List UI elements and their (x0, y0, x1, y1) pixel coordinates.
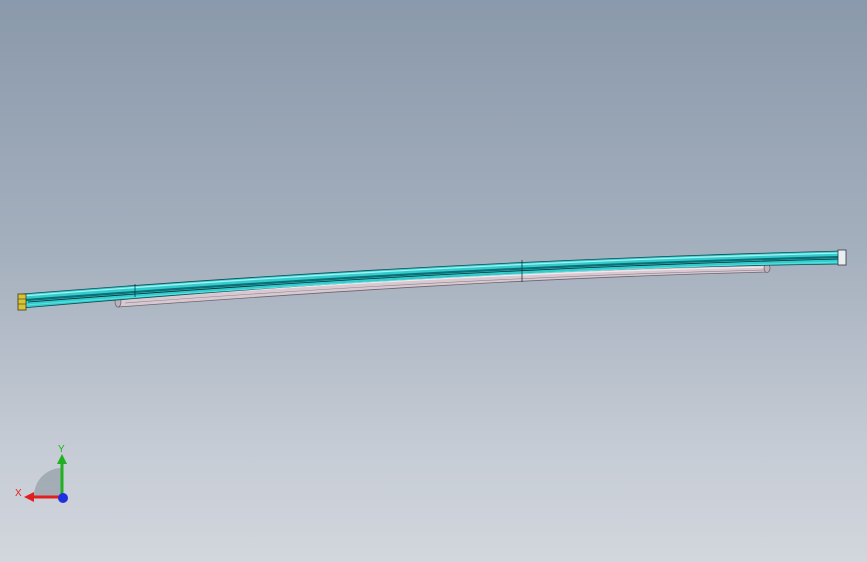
axis-triad: Y X (15, 444, 68, 503)
z-axis-dot (58, 493, 68, 503)
graphics-viewport[interactable]: Y X (0, 0, 867, 562)
triad-quadrant-shading (33, 468, 62, 497)
x-axis-arrow (24, 492, 34, 502)
y-axis-label: Y (58, 444, 65, 455)
upper-bar-right-end (837, 249, 847, 266)
model-view[interactable] (0, 0, 867, 562)
y-axis-arrow (57, 454, 67, 464)
x-axis-label: X (15, 488, 22, 499)
left-end-cap (17, 293, 27, 311)
